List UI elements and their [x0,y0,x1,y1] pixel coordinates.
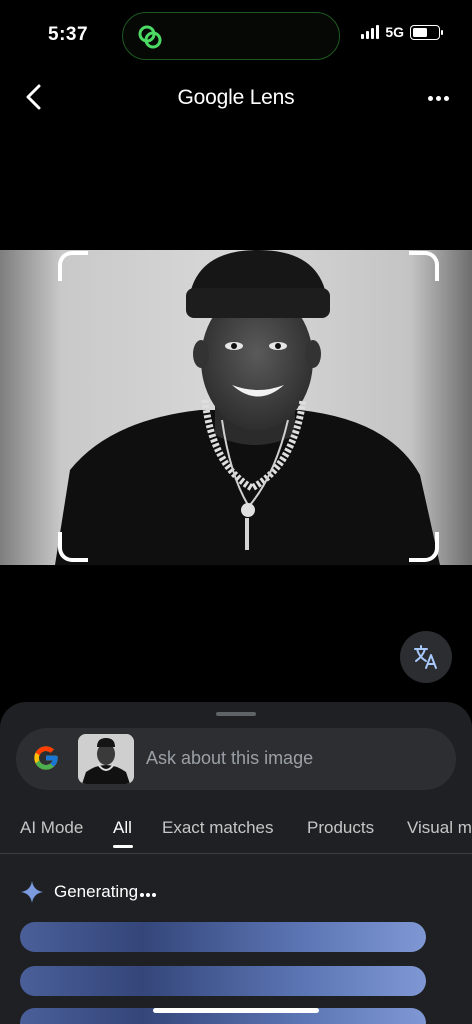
dynamic-island [122,12,340,60]
signal-icon [361,25,380,39]
results-tabs: AI Mode All Exact matches Products Visua… [0,806,472,854]
sheet-drag-handle[interactable] [216,712,256,716]
active-tab-indicator [113,845,133,848]
crop-corner-bottom-right[interactable] [409,532,439,562]
app-title-brand: Google [177,86,245,109]
network-label: 5G [385,24,404,40]
results-sheet: Ask about this image AI Mode All Exact m… [0,702,472,1024]
app-header: Google Lens [0,72,472,126]
query-image-thumbnail[interactable] [78,734,134,784]
translate-icon [414,645,437,669]
tab-visual-matches[interactable]: Visual m [407,818,472,838]
tab-all[interactable]: All [113,818,132,838]
translate-button[interactable] [400,631,452,683]
home-indicator[interactable] [153,1008,319,1013]
lens-image[interactable] [0,250,472,565]
search-bar[interactable]: Ask about this image [16,728,456,790]
loading-dots [140,887,157,897]
status-bar: 5:37 5G [0,0,472,72]
app-title-product: Lens [249,86,295,109]
sparkle-icon [21,881,43,903]
tab-ai-mode[interactable]: AI Mode [20,818,83,838]
subject-photo [0,250,472,565]
search-input[interactable]: Ask about this image [146,748,313,769]
crop-corner-top-right[interactable] [409,251,439,281]
app-title: Google Lens [0,86,472,110]
generating-status: Generating [20,880,157,904]
crop-corner-top-left[interactable] [58,251,88,281]
battery-icon [410,24,443,40]
status-time: 5:37 [48,24,89,45]
loading-placeholder-line [20,922,426,952]
status-indicators: 5G [361,24,443,40]
crop-corner-bottom-left[interactable] [58,532,88,562]
tab-products[interactable]: Products [307,818,374,838]
tab-exact-matches[interactable]: Exact matches [162,818,274,838]
more-options-icon[interactable] [424,84,452,112]
generating-label: Generating [54,882,157,902]
link-activity-icon [138,25,162,49]
loading-placeholder-line [20,966,426,996]
google-g-icon [34,746,58,770]
